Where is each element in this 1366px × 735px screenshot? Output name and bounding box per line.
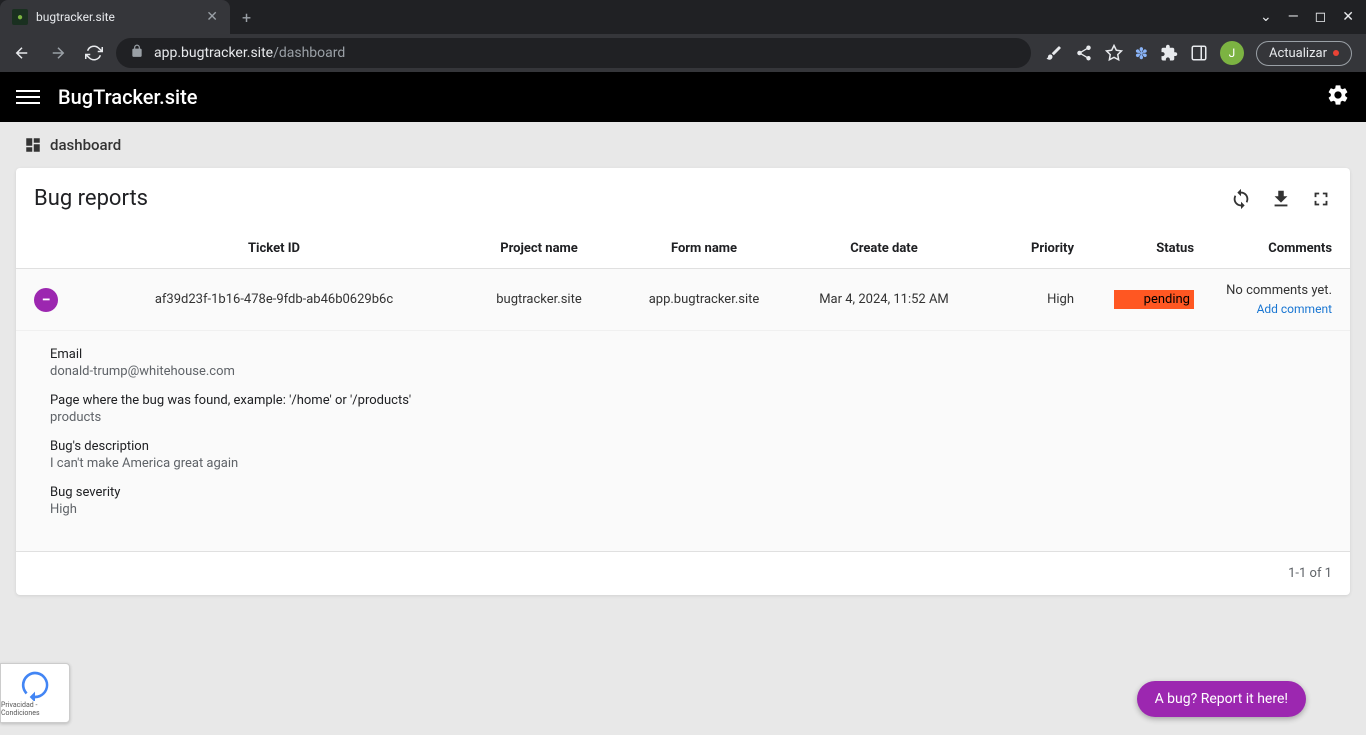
fullscreen-button[interactable] xyxy=(1310,188,1332,210)
header-priority[interactable]: Priority xyxy=(974,241,1084,256)
breadcrumb: dashboard xyxy=(0,122,1366,168)
snowflake-icon[interactable]: ✽ xyxy=(1135,44,1148,63)
status-badge: pending xyxy=(1114,290,1194,309)
header-comments[interactable]: Comments xyxy=(1194,241,1332,256)
cell-project-name: bugtracker.site xyxy=(464,292,614,307)
row-detail-panel: Email donald-trump@whitehouse.com Page w… xyxy=(16,331,1350,552)
key-icon[interactable] xyxy=(1045,44,1063,62)
app-header: BugTracker.site xyxy=(0,72,1366,122)
url-input[interactable]: app.bugtracker.site/dashboard xyxy=(116,38,1031,68)
forward-button[interactable] xyxy=(44,39,72,67)
severity-value: High xyxy=(50,502,1316,517)
bug-reports-card: Bug reports Ticket ID Project name Form … xyxy=(16,168,1350,595)
extensions-icon[interactable] xyxy=(1160,44,1178,62)
recaptcha-badge[interactable]: Privacidad - Condiciones xyxy=(0,663,70,723)
header-form-name[interactable]: Form name xyxy=(614,241,794,256)
card-header: Bug reports xyxy=(16,168,1350,229)
share-icon[interactable] xyxy=(1075,44,1093,62)
header-create-date[interactable]: Create date xyxy=(794,241,974,256)
refresh-button[interactable] xyxy=(1230,188,1252,210)
card-title: Bug reports xyxy=(34,186,148,211)
table-header: Ticket ID Project name Form name Create … xyxy=(16,229,1350,269)
new-tab-button[interactable]: + xyxy=(230,8,263,27)
header-project-name[interactable]: Project name xyxy=(464,241,614,256)
settings-button[interactable] xyxy=(1326,83,1350,111)
no-comments-text: No comments yet. xyxy=(1194,283,1332,298)
browser-tab[interactable]: ● bugtracker.site ✕ xyxy=(0,0,230,34)
update-button[interactable]: Actualizar xyxy=(1256,41,1352,66)
profile-avatar[interactable]: J xyxy=(1220,41,1244,65)
chevron-down-icon[interactable]: ⌄ xyxy=(1260,9,1272,25)
cell-form-name: app.bugtracker.site xyxy=(614,292,794,307)
table-row: − af39d23f-1b16-478e-9fdb-ab46b0629b6c b… xyxy=(16,269,1350,331)
cell-create-date: Mar 4, 2024, 11:52 AM xyxy=(794,292,974,307)
url-text: app.bugtracker.site/dashboard xyxy=(154,45,345,61)
browser-chrome: ● bugtracker.site ✕ + ⌄ — ◻ ✕ app.bugtra… xyxy=(0,0,1366,72)
star-icon[interactable] xyxy=(1105,44,1123,62)
minimize-icon[interactable]: — xyxy=(1288,9,1299,25)
cell-ticket-id: af39d23f-1b16-478e-9fdb-ab46b0629b6c xyxy=(84,292,464,307)
recaptcha-icon xyxy=(19,669,51,701)
cell-priority: High xyxy=(974,292,1084,307)
description-value: I can't make America great again xyxy=(50,456,1316,471)
header-ticket-id[interactable]: Ticket ID xyxy=(84,241,464,256)
lock-icon xyxy=(130,44,144,62)
dashboard-icon xyxy=(24,136,42,154)
email-label: Email xyxy=(50,347,1316,362)
collapse-button[interactable]: − xyxy=(34,288,58,312)
app-title: BugTracker.site xyxy=(58,85,197,109)
address-bar: app.bugtracker.site/dashboard ✽ J Actual… xyxy=(0,34,1366,72)
panel-icon[interactable] xyxy=(1190,44,1208,62)
update-indicator-icon xyxy=(1333,50,1339,56)
back-button[interactable] xyxy=(8,39,36,67)
download-button[interactable] xyxy=(1270,188,1292,210)
address-icons: ✽ J Actualizar xyxy=(1039,41,1358,66)
page-value: products xyxy=(50,410,1316,425)
page-label: Page where the bug was found, example: '… xyxy=(50,393,1316,408)
close-window-icon[interactable]: ✕ xyxy=(1342,9,1354,25)
email-value: donald-trump@whitehouse.com xyxy=(50,364,1316,379)
description-label: Bug's description xyxy=(50,439,1316,454)
tab-close-icon[interactable]: ✕ xyxy=(206,9,218,25)
reload-button[interactable] xyxy=(80,39,108,67)
breadcrumb-label: dashboard xyxy=(50,136,121,154)
window-controls: ⌄ — ◻ ✕ xyxy=(1248,9,1366,25)
maximize-icon[interactable]: ◻ xyxy=(1315,9,1327,25)
report-bug-button[interactable]: A bug? Report it here! xyxy=(1137,681,1306,717)
header-status[interactable]: Status xyxy=(1084,241,1194,256)
tab-title: bugtracker.site xyxy=(36,10,198,24)
severity-label: Bug severity xyxy=(50,485,1316,500)
add-comment-link[interactable]: Add comment xyxy=(1194,302,1332,316)
menu-button[interactable] xyxy=(16,90,40,104)
pagination: 1-1 of 1 xyxy=(16,552,1350,595)
tab-bar: ● bugtracker.site ✕ + ⌄ — ◻ ✕ xyxy=(0,0,1366,34)
favicon: ● xyxy=(12,9,28,25)
